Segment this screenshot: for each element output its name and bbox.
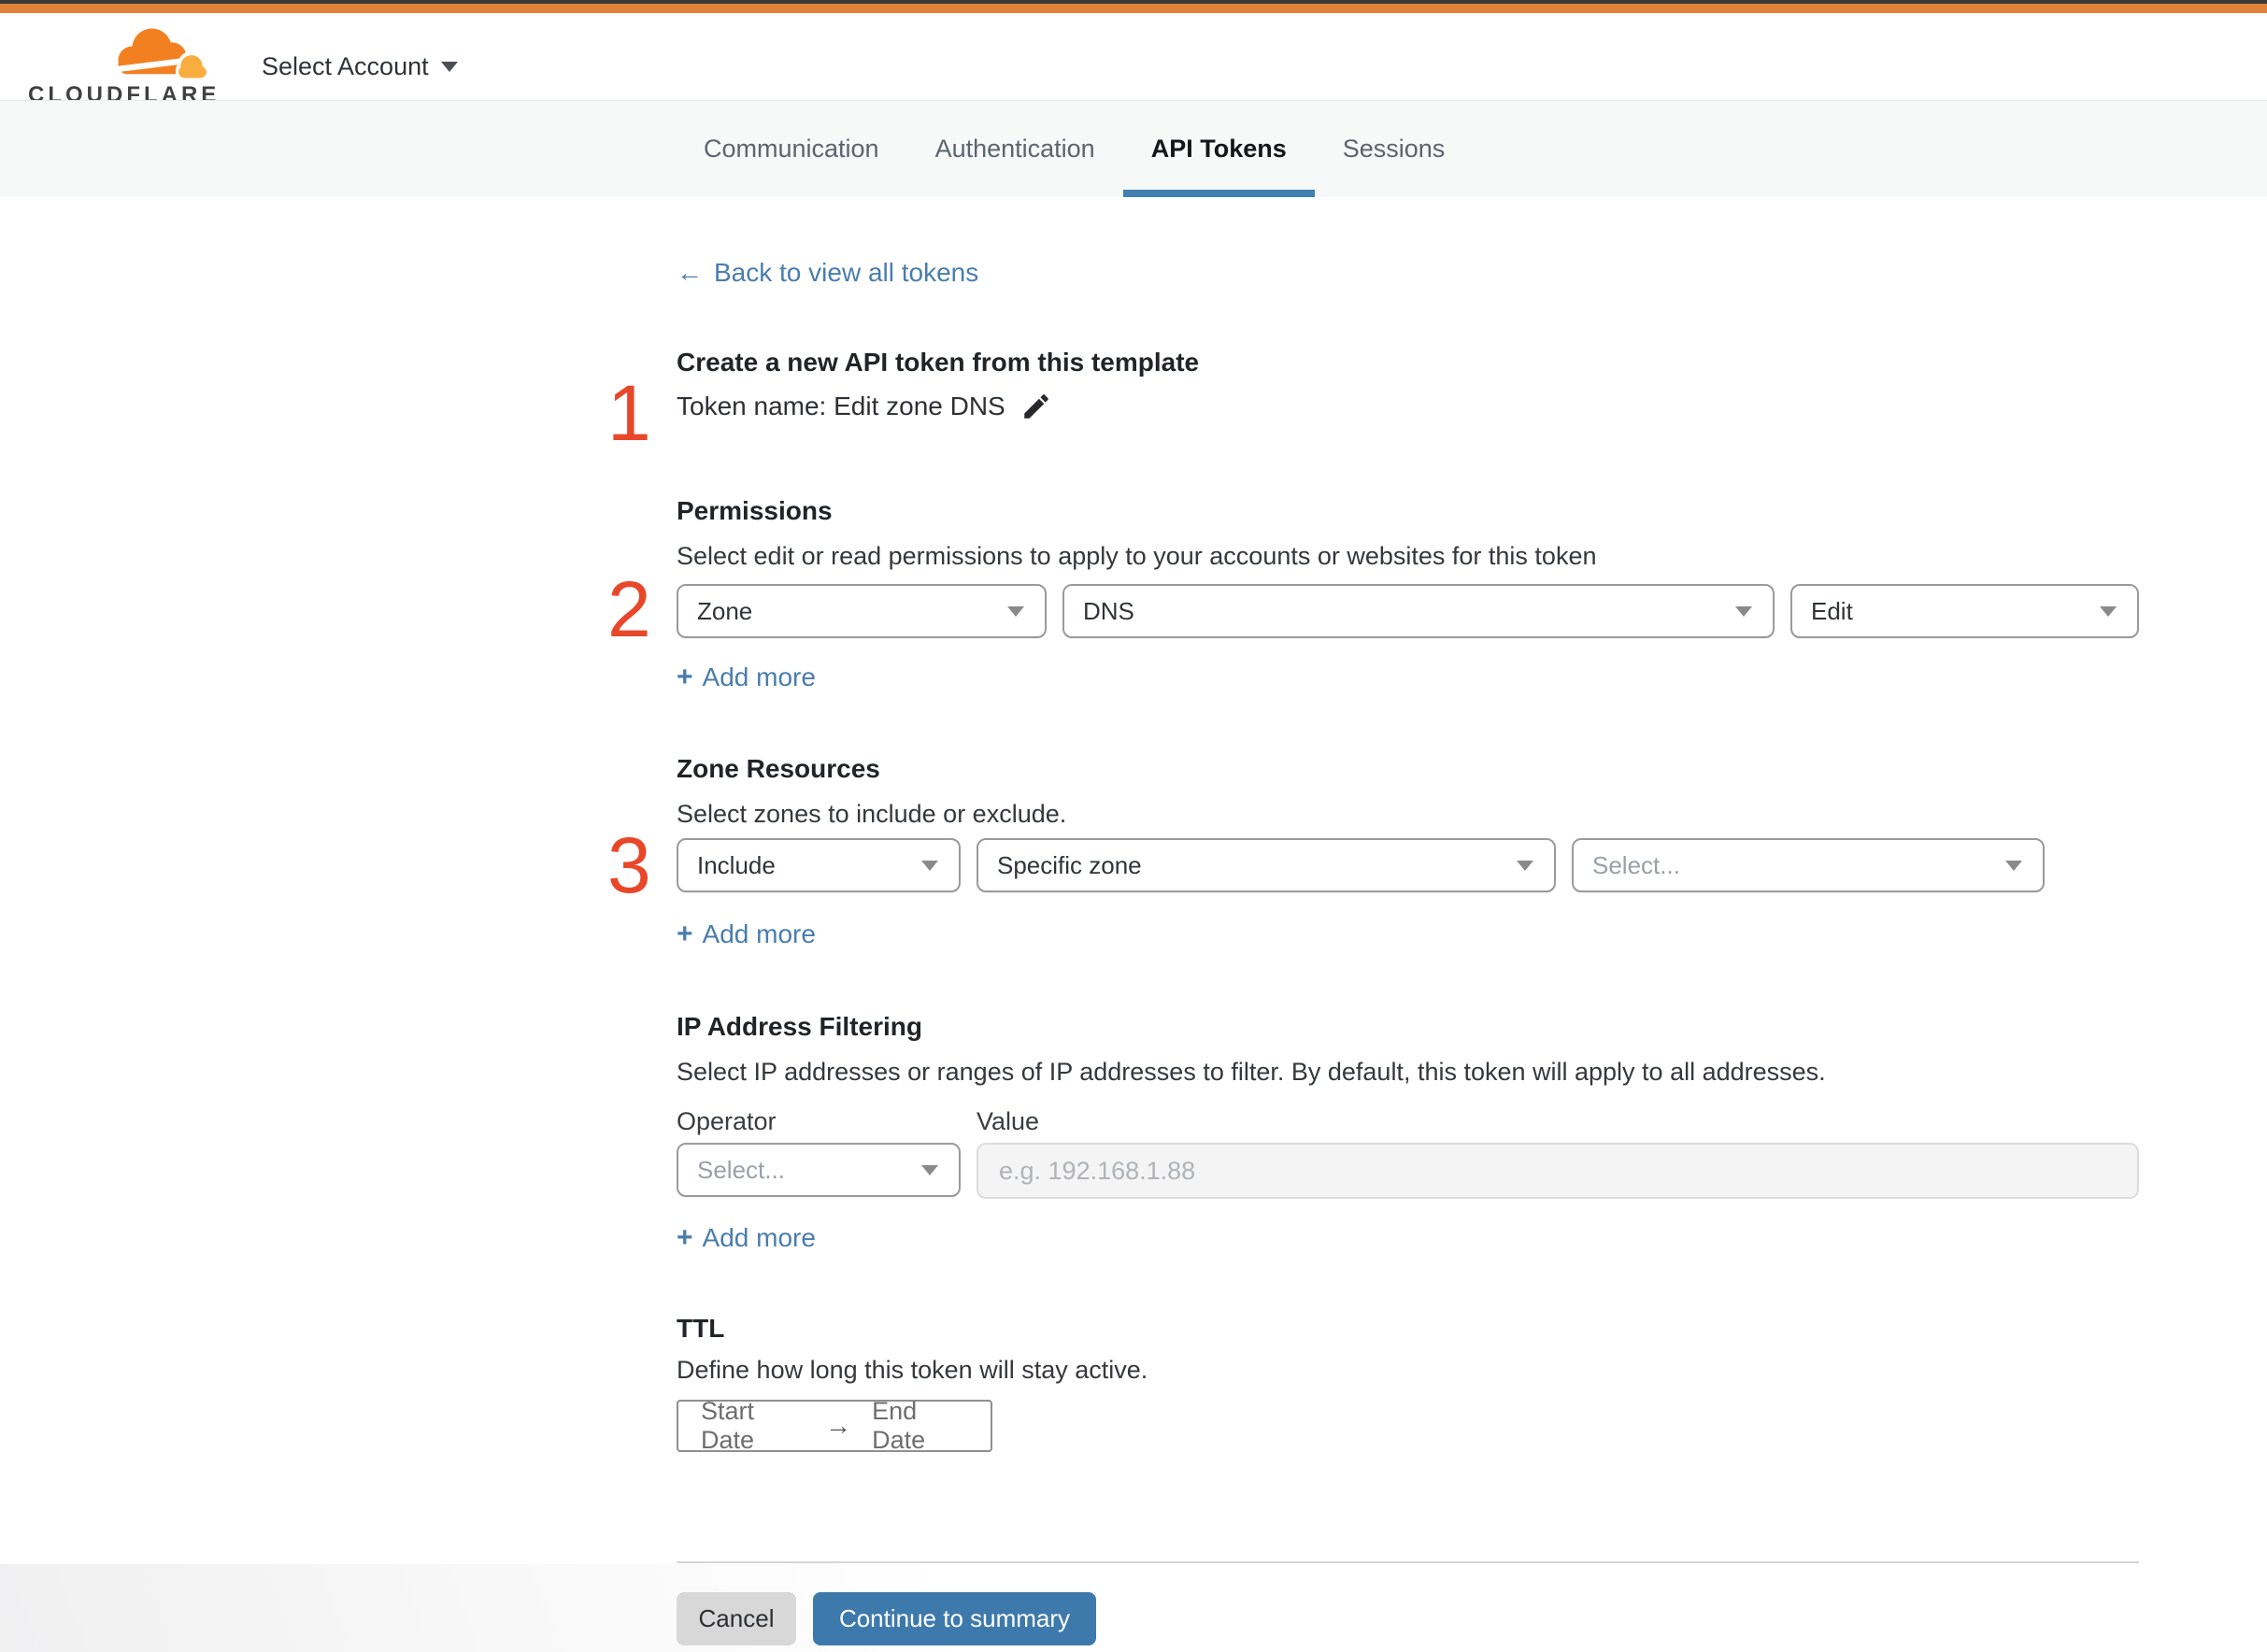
chevron-down-icon (1517, 861, 1533, 871)
plus-icon: + (677, 1222, 693, 1253)
ttl-title: TTL (677, 1314, 725, 1343)
start-date-placeholder: Start Date (701, 1397, 755, 1454)
continue-to-summary-button[interactable]: Continue to summary (813, 1592, 1096, 1645)
token-name-text: Token name: Edit zone DNS (677, 392, 1005, 420)
plus-icon: + (677, 662, 693, 692)
step-number-2: 2 (607, 565, 651, 653)
plus-icon: + (677, 919, 693, 949)
tab-sessions[interactable]: Sessions (1315, 101, 1474, 197)
ip-filtering-title: IP Address Filtering (677, 1012, 922, 1041)
value-label: Value (977, 1107, 1040, 1135)
permissions-title: Permissions (677, 496, 833, 525)
ttl-date-range-picker[interactable]: Start Date → End Date (677, 1397, 992, 1454)
tab-api-tokens[interactable]: API Tokens (1123, 101, 1315, 197)
chevron-down-icon (440, 62, 458, 72)
ip-filtering-add-more-link[interactable]: + Add more (677, 1222, 816, 1254)
back-arrow-icon: ← (677, 258, 703, 287)
account-selector-label: Select Account (262, 52, 429, 80)
zone-resources-title: Zone Resources (677, 754, 880, 783)
permission-level-select[interactable]: Edit (1790, 584, 2139, 638)
chevron-down-icon (921, 861, 938, 871)
token-name-line: Token name: Edit zone DNS (677, 391, 1052, 422)
ip-value-input[interactable] (977, 1143, 2139, 1199)
zone-include-select[interactable]: Include (677, 838, 961, 892)
arrow-right-icon: → (825, 1411, 852, 1440)
tab-communication[interactable]: Communication (676, 101, 907, 197)
account-selector[interactable]: Select Account (262, 52, 458, 81)
ip-filtering-description: Select IP addresses or ranges of IP addr… (677, 1058, 1826, 1086)
ttl-description: Define how long this token will stay act… (677, 1356, 1148, 1384)
chevron-down-icon (921, 1165, 938, 1175)
api-token-template-page: CLOUDFLARE Select Account Communication … (0, 0, 2267, 1652)
back-to-tokens-link[interactable]: ← Back to view all tokens (677, 258, 978, 288)
zone-type-select[interactable]: Specific zone (977, 838, 1556, 892)
footer-divider (677, 1561, 2139, 1563)
ip-operator-select[interactable]: Select... (677, 1143, 961, 1197)
permissions-description: Select edit or read permissions to apply… (677, 542, 1597, 570)
tab-bar: Communication Authentication API Tokens … (0, 100, 2267, 197)
end-date-placeholder: End Date (872, 1397, 926, 1454)
cancel-button[interactable]: Cancel (677, 1592, 796, 1645)
cloudflare-cloud-icon (114, 28, 208, 80)
back-link-label: Back to view all tokens (714, 258, 979, 287)
chevron-down-icon (2005, 861, 2022, 871)
permissions-add-more-link[interactable]: + Add more (677, 662, 816, 693)
create-token-title: Create a new API token from this templat… (677, 348, 1200, 377)
chevron-down-icon (2100, 606, 2117, 617)
chevron-down-icon (1007, 606, 1024, 617)
chevron-down-icon (1735, 606, 1752, 617)
header: CLOUDFLARE Select Account (0, 13, 2267, 107)
step-number-3: 3 (607, 821, 651, 909)
top-orange-bar (0, 4, 2267, 13)
tab-authentication[interactable]: Authentication (907, 101, 1123, 197)
operator-label: Operator (677, 1107, 777, 1135)
zone-resources-add-more-link[interactable]: + Add more (677, 919, 816, 950)
zone-picker-select[interactable]: Select... (1572, 838, 2045, 892)
edit-pencil-icon[interactable] (1020, 391, 1052, 422)
permission-scope-select[interactable]: Zone (677, 584, 1047, 638)
step-number-1: 1 (607, 369, 651, 457)
permission-group-select[interactable]: DNS (1062, 584, 1775, 638)
zone-resources-description: Select zones to include or exclude. (677, 800, 1067, 828)
cloudflare-logo[interactable]: CLOUDFLARE (28, 17, 216, 107)
